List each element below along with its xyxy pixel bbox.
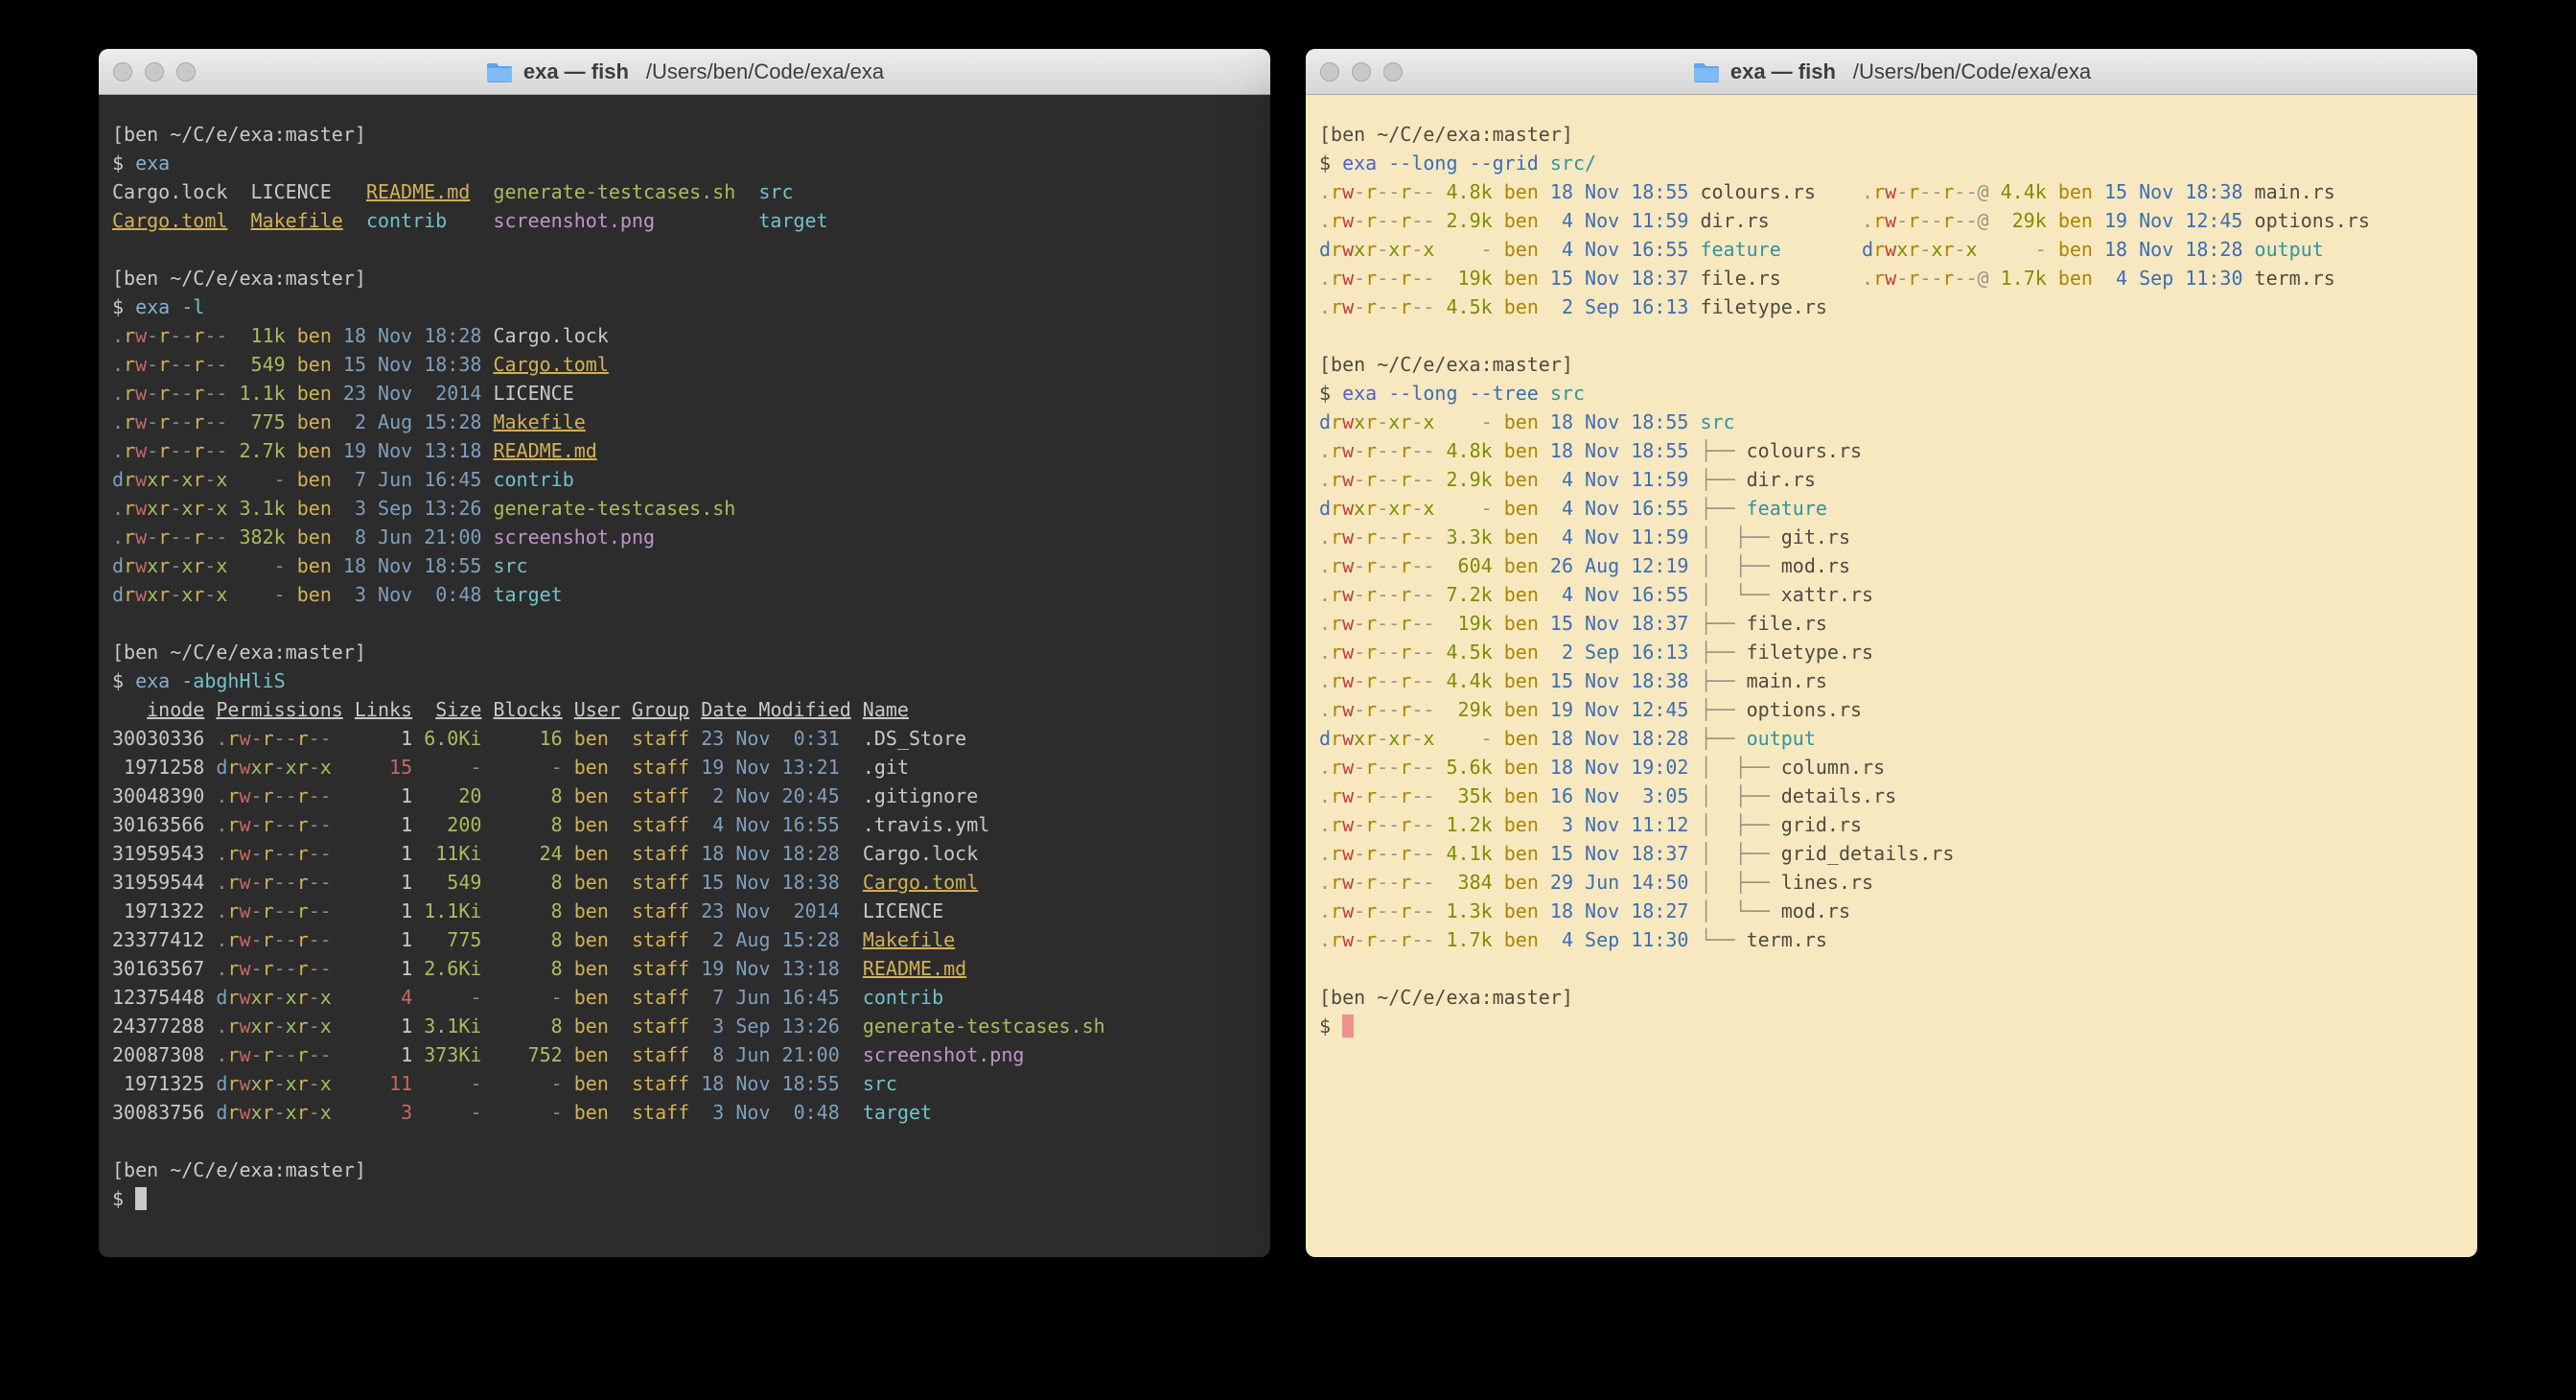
terminal-line: .rw-r--r-- 775 ben 2 Aug 15:28 Makefile: [112, 408, 1257, 436]
terminal-line: $ exa --long --tree src: [1319, 379, 2464, 408]
terminal-line: .rw-r--r-- 4.8k ben 18 Nov 18:55 ├── col…: [1319, 436, 2464, 465]
terminal-line: .rw-r--r-- 1.1k ben 23 Nov 2014 LICENCE: [112, 379, 1257, 408]
terminal-line: .rw-r--r-- 549 ben 15 Nov 18:38 Cargo.to…: [112, 350, 1257, 379]
terminal-line: .rw-r--r-- 5.6k ben 18 Nov 19:02 │ ├── c…: [1319, 753, 2464, 782]
terminal-line: 1971258 drwxr-xr-x 15 - - ben staff 19 N…: [112, 753, 1257, 782]
terminal-line: .rw-r--r-- 4.5k ben 2 Sep 16:13 filetype…: [1319, 292, 2464, 321]
terminal-line: .rw-r--r-- 4.4k ben 15 Nov 18:38 ├── mai…: [1319, 666, 2464, 695]
terminal-line: .rw-r--r-- 11k ben 18 Nov 18:28 Cargo.lo…: [112, 321, 1257, 350]
window-title: exa — fish /Users/ben/Code/exa/exa: [485, 59, 884, 84]
terminal-line: Cargo.lock LICENCE README.md generate-te…: [112, 177, 1257, 206]
folder-icon: [485, 60, 514, 83]
terminal-cursor: [1342, 1015, 1354, 1038]
terminal-line: $: [112, 1184, 1257, 1213]
terminal-line: [1319, 954, 2464, 983]
terminal-line: .rw-r--r-- 2.9k ben 4 Nov 11:59 dir.rs .…: [1319, 206, 2464, 235]
terminal-line: drwxr-xr-x - ben 18 Nov 18:55 src: [1319, 408, 2464, 436]
window-title-app: exa — fish: [1730, 59, 1836, 84]
zoom-button[interactable]: [176, 62, 196, 82]
terminal-line: [ben ~/C/e/exa:master]: [112, 1155, 1257, 1184]
terminal-line: .rw-r--r-- 1.3k ben 18 Nov 18:27 │ └── m…: [1319, 897, 2464, 925]
terminal-line: .rw-r--r-- 4.1k ben 15 Nov 18:37 │ ├── g…: [1319, 839, 2464, 868]
terminal-line: .rw-r--r-- 1.2k ben 3 Nov 11:12 │ ├── gr…: [1319, 810, 2464, 839]
terminal-line: 30163566 .rw-r--r-- 1 200 8 ben staff 4 …: [112, 810, 1257, 839]
terminal-line: $ exa: [112, 149, 1257, 177]
terminal-line: 30163567 .rw-r--r-- 1 2.6Ki 8 ben staff …: [112, 954, 1257, 983]
terminal-line: [ben ~/C/e/exa:master]: [1319, 120, 2464, 149]
terminal-line: 30030336 .rw-r--r-- 1 6.0Ki 16 ben staff…: [112, 724, 1257, 753]
terminal-line: [ben ~/C/e/exa:master]: [112, 120, 1257, 149]
terminal-line: 31959544 .rw-r--r-- 1 549 8 ben staff 15…: [112, 868, 1257, 897]
terminal-line: .rw-r--r-- 384 ben 29 Jun 14:50 │ ├── li…: [1319, 868, 2464, 897]
window-titlebar[interactable]: exa — fish /Users/ben/Code/exa/exa: [99, 49, 1270, 95]
terminal-line: .rw-r--r-- 4.8k ben 18 Nov 18:55 colours…: [1319, 177, 2464, 206]
terminal-line: .rw-r--r-- 2.7k ben 19 Nov 13:18 README.…: [112, 436, 1257, 465]
terminal-line: 31959543 .rw-r--r-- 1 11Ki 24 ben staff …: [112, 839, 1257, 868]
terminal-line: .rw-r--r-- 2.9k ben 4 Nov 11:59 ├── dir.…: [1319, 465, 2464, 494]
terminal-line: 24377288 .rwxr-xr-x 1 3.1Ki 8 ben staff …: [112, 1012, 1257, 1040]
terminal-line: drwxr-xr-x - ben 4 Nov 16:55 ├── feature: [1319, 494, 2464, 523]
terminal-window-left: exa — fish /Users/ben/Code/exa/exa [ben …: [99, 49, 1270, 1257]
terminal-line: drwxr-xr-x - ben 4 Nov 16:55 feature drw…: [1319, 235, 2464, 264]
terminal-line: [112, 609, 1257, 638]
window-title-app: exa — fish: [523, 59, 629, 84]
terminal-line: [ben ~/C/e/exa:master]: [1319, 350, 2464, 379]
terminal-line: .rw-r--r-- 7.2k ben 4 Nov 16:55 │ └── xa…: [1319, 580, 2464, 609]
terminal-line: .rw-r--r-- 1.7k ben 4 Sep 11:30 └── term…: [1319, 925, 2464, 954]
folder-icon: [1692, 60, 1721, 83]
terminal-line: [ben ~/C/e/exa:master]: [112, 638, 1257, 666]
terminal-line: 30083756 drwxr-xr-x 3 - - ben staff 3 No…: [112, 1098, 1257, 1127]
terminal-line: [ben ~/C/e/exa:master]: [112, 264, 1257, 292]
terminal-line: Cargo.toml Makefile contrib screenshot.p…: [112, 206, 1257, 235]
window-title-path: /Users/ben/Code/exa/exa: [646, 59, 884, 84]
zoom-button[interactable]: [1383, 62, 1403, 82]
terminal-line: inode Permissions Links Size Blocks User…: [112, 695, 1257, 724]
terminal-line: .rw-r--r-- 19k ben 15 Nov 18:37 ├── file…: [1319, 609, 2464, 638]
terminal-line: .rw-r--r-- 382k ben 8 Jun 21:00 screensh…: [112, 523, 1257, 551]
terminal-line: $ exa -abghHliS: [112, 666, 1257, 695]
terminal-line: .rwxr-xr-x 3.1k ben 3 Sep 13:26 generate…: [112, 494, 1257, 523]
terminal-line: $ exa --long --grid src/: [1319, 149, 2464, 177]
terminal-line: $: [1319, 1012, 2464, 1040]
terminal-line: [ben ~/C/e/exa:master]: [1319, 983, 2464, 1012]
terminal-line: 20087308 .rw-r--r-- 1 373Ki 752 ben staf…: [112, 1040, 1257, 1069]
traffic-lights: [1320, 49, 1403, 94]
terminal-line: 12375448 drwxr-xr-x 4 - - ben staff 7 Ju…: [112, 983, 1257, 1012]
terminal-content[interactable]: [ben ~/C/e/exa:master]$ exaCargo.lock LI…: [99, 95, 1270, 1213]
close-button[interactable]: [1320, 62, 1339, 82]
terminal-line: .rw-r--r-- 4.5k ben 2 Sep 16:13 ├── file…: [1319, 638, 2464, 666]
window-titlebar[interactable]: exa — fish /Users/ben/Code/exa/exa: [1306, 49, 2477, 95]
terminal-line: .rw-r--r-- 3.3k ben 4 Nov 11:59 │ ├── gi…: [1319, 523, 2464, 551]
terminal-cursor: [135, 1187, 147, 1210]
terminal-line: .rw-r--r-- 29k ben 19 Nov 12:45 ├── opti…: [1319, 695, 2464, 724]
terminal-line: .rw-r--r-- 604 ben 26 Aug 12:19 │ ├── mo…: [1319, 551, 2464, 580]
terminal-line: [112, 1127, 1257, 1155]
terminal-line: drwxr-xr-x - ben 3 Nov 0:48 target: [112, 580, 1257, 609]
terminal-line: 1971322 .rw-r--r-- 1 1.1Ki 8 ben staff 2…: [112, 897, 1257, 925]
close-button[interactable]: [113, 62, 132, 82]
terminal-line: .rw-r--r-- 35k ben 16 Nov 3:05 │ ├── det…: [1319, 782, 2464, 810]
terminal-line: 23377412 .rw-r--r-- 1 775 8 ben staff 2 …: [112, 925, 1257, 954]
minimize-button[interactable]: [145, 62, 164, 82]
window-title: exa — fish /Users/ben/Code/exa/exa: [1692, 59, 2091, 84]
terminal-line: .rw-r--r-- 19k ben 15 Nov 18:37 file.rs …: [1319, 264, 2464, 292]
terminal-line: [112, 235, 1257, 264]
window-title-path: /Users/ben/Code/exa/exa: [1853, 59, 2091, 84]
terminal-window-right: exa — fish /Users/ben/Code/exa/exa [ben …: [1306, 49, 2477, 1257]
terminal-line: drwxr-xr-x - ben 18 Nov 18:28 ├── output: [1319, 724, 2464, 753]
minimize-button[interactable]: [1352, 62, 1371, 82]
terminal-line: 30048390 .rw-r--r-- 1 20 8 ben staff 2 N…: [112, 782, 1257, 810]
terminal-line: 1971325 drwxr-xr-x 11 - - ben staff 18 N…: [112, 1069, 1257, 1098]
terminal-line: drwxr-xr-x - ben 7 Jun 16:45 contrib: [112, 465, 1257, 494]
terminal-line: drwxr-xr-x - ben 18 Nov 18:55 src: [112, 551, 1257, 580]
terminal-content[interactable]: [ben ~/C/e/exa:master]$ exa --long --gri…: [1306, 95, 2477, 1040]
desktop: { "desktop": { "background": "#000000" }…: [0, 0, 2576, 1400]
terminal-line: [1319, 321, 2464, 350]
traffic-lights: [113, 49, 196, 94]
terminal-line: $ exa -l: [112, 292, 1257, 321]
